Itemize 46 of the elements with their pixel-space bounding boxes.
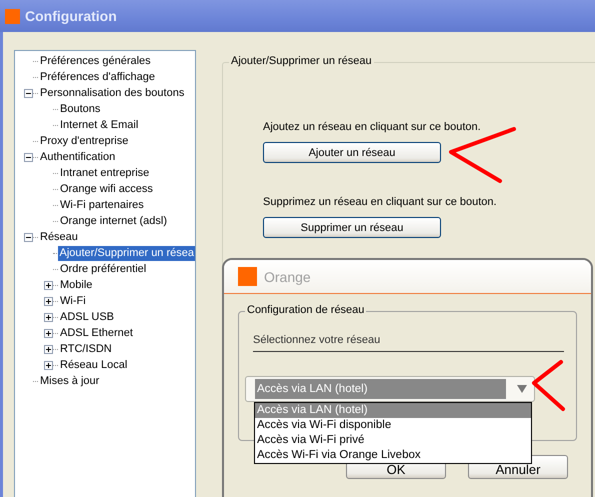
- tree-item[interactable]: Orange internet (adsl): [59, 214, 168, 228]
- tree-item[interactable]: Wi-Fi partenaires: [59, 198, 145, 212]
- tree-item[interactable]: Proxy d'entreprise: [39, 134, 130, 148]
- expander-icon[interactable]: [44, 344, 53, 354]
- expander-icon[interactable]: [24, 152, 33, 162]
- tree-item[interactable]: RTC/ISDN: [59, 342, 113, 356]
- expander-icon[interactable]: [24, 232, 33, 242]
- tree-item[interactable]: Intranet entreprise: [59, 166, 150, 180]
- tree-item[interactable]: Boutons: [59, 102, 102, 116]
- expander-icon[interactable]: [44, 312, 53, 322]
- dropdown-option[interactable]: Accès via Wi-Fi privé: [255, 433, 531, 448]
- logo-icon: [238, 267, 257, 286]
- window-title: Configuration: [25, 8, 117, 24]
- expander-icon[interactable]: [24, 88, 33, 98]
- instruction-text: Ajoutez un réseau en cliquant sur ce bouton.: [263, 121, 481, 134]
- expander-icon[interactable]: [44, 360, 53, 370]
- tree-item[interactable]: Réseau Local: [59, 358, 128, 372]
- expander-icon[interactable]: [44, 280, 53, 290]
- group-title: Configuration de réseau: [245, 304, 366, 316]
- network-dropdown[interactable]: Accès via LAN (hotel): [245, 376, 535, 402]
- remove-network-button[interactable]: Supprimer un réseau: [263, 217, 441, 238]
- tree-item[interactable]: Mises à jour: [39, 374, 100, 388]
- tree-item[interactable]: Préférences générales: [39, 54, 152, 68]
- tree-item[interactable]: Internet & Email: [59, 118, 140, 132]
- add-network-button[interactable]: Ajouter un réseau: [263, 142, 441, 163]
- tree-item[interactable]: Orange wifi access: [59, 182, 154, 196]
- group-title: Ajouter/Supprimer un réseau: [229, 55, 374, 67]
- expander-icon[interactable]: [44, 296, 53, 306]
- tree-item[interactable]: Ordre préférentiel: [59, 262, 148, 276]
- dropdown-option[interactable]: Accès via LAN (hotel): [255, 403, 531, 418]
- tree-item[interactable]: Mobile: [59, 278, 94, 292]
- tree-item[interactable]: Réseau: [39, 230, 79, 244]
- tree-item[interactable]: Ajouter/Supprimer un résea: [58, 246, 195, 260]
- dialog-title: Orange: [264, 268, 311, 284]
- tree-item[interactable]: ADSL Ethernet: [59, 326, 134, 340]
- tree-item[interactable]: Wi-Fi: [59, 294, 87, 308]
- expander-icon[interactable]: [44, 328, 53, 338]
- caret-icon: [516, 384, 528, 394]
- dropdown-option[interactable]: Accès via Wi-Fi disponible: [255, 418, 531, 433]
- instruction-text: Supprimez un réseau en cliquant sur ce bouton.: [263, 196, 497, 209]
- tree-item[interactable]: Personnalisation des boutons: [39, 86, 186, 100]
- tree-item[interactable]: Préférences d'affichage: [39, 70, 156, 84]
- prompt-label: Sélectionnez votre réseau: [253, 334, 564, 352]
- tree-item[interactable]: ADSL USB: [59, 310, 116, 324]
- tree-item[interactable]: Authentification: [39, 150, 116, 164]
- logo-icon: [5, 8, 20, 24]
